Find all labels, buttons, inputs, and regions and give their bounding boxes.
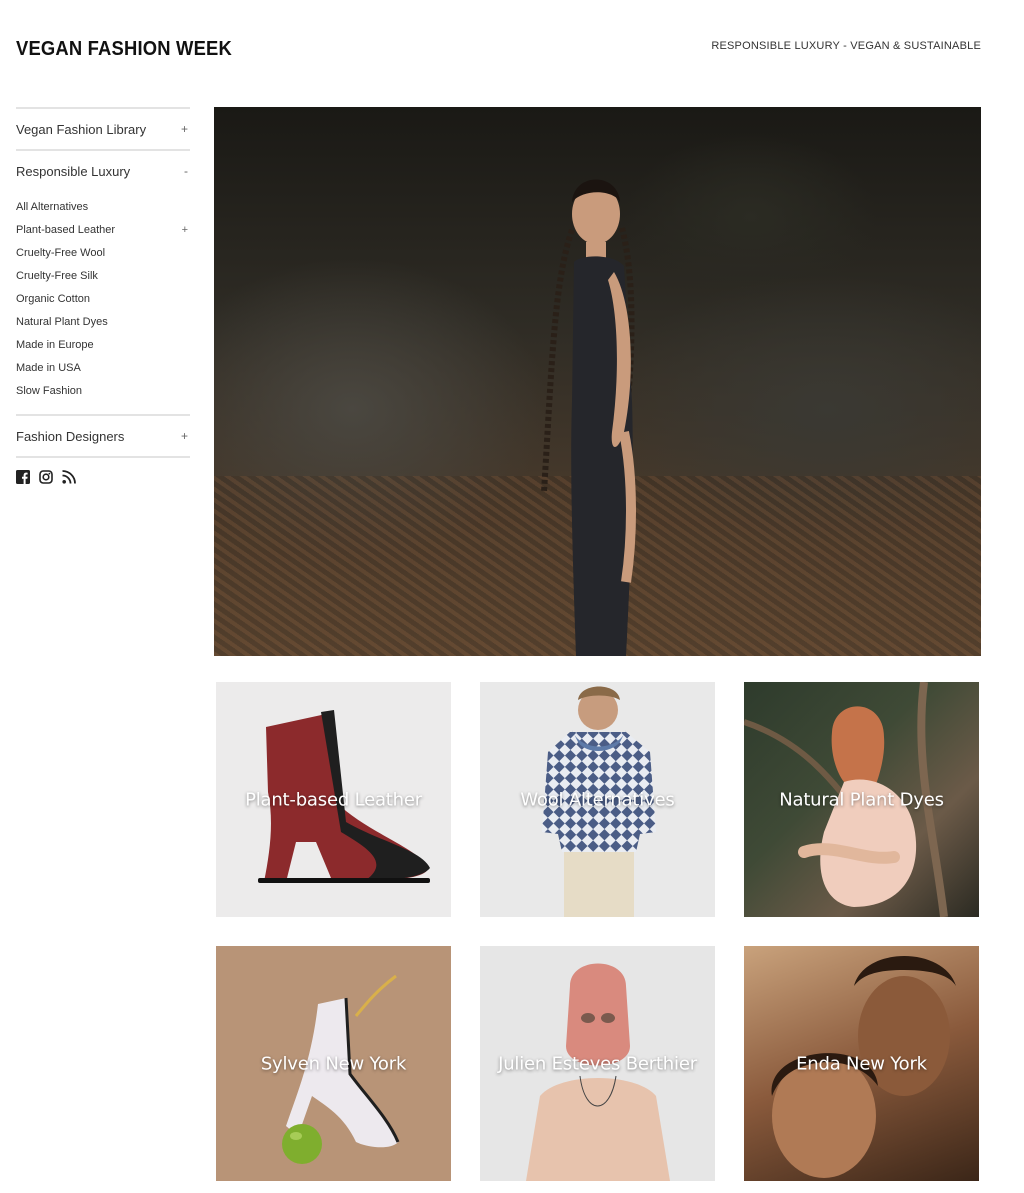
category-tile-natural-plant-dyes[interactable]: Natural Plant Dyes <box>744 682 979 917</box>
category-tile-plant-based-leather[interactable]: Plant-based Leather <box>216 682 451 917</box>
tile-label: Natural Plant Dyes <box>779 789 944 810</box>
model-figure <box>541 179 636 656</box>
tile-label: Enda New York <box>796 1053 927 1074</box>
submenu-item-cruelty-free-wool[interactable]: Cruelty-Free Wool <box>16 241 190 264</box>
submenu-item-made-in-usa[interactable]: Made in USA <box>16 356 190 379</box>
submenu-item-organic-cotton[interactable]: Organic Cotton <box>16 287 190 310</box>
collapse-toggle[interactable]: - <box>184 164 190 178</box>
social-links <box>16 470 190 484</box>
designer-tile-julien-esteves-berthier[interactable]: Julien Esteves Berthier <box>480 946 715 1181</box>
category-tile-wool-alternatives[interactable]: Wool Alternatives <box>480 682 715 917</box>
sidebar-section-vegan-fashion-library[interactable]: Vegan Fashion Library + <box>16 107 190 149</box>
submenu-item-label: Cruelty-Free Wool <box>16 246 106 259</box>
submenu-item-natural-plant-dyes[interactable]: Natural Plant Dyes <box>16 310 190 333</box>
submenu-item-plant-based-leather[interactable]: Plant-based Leather + <box>16 218 190 241</box>
submenu-item-slow-fashion[interactable]: Slow Fashion <box>16 379 190 402</box>
designer-tile-sylven-new-york[interactable]: Sylven New York <box>216 946 451 1181</box>
sidebar-section-label: Vegan Fashion Library <box>16 121 147 137</box>
submenu-item-label: Made in USA <box>16 361 81 374</box>
submenu-item-label: Made in Europe <box>16 338 94 351</box>
submenu-item-cruelty-free-silk[interactable]: Cruelty-Free Silk <box>16 264 190 287</box>
sidebar-section-label: Fashion Designers <box>16 428 125 444</box>
site-tagline: RESPONSIBLE LUXURY - VEGAN & SUSTAINABLE <box>711 40 981 52</box>
submenu-item-made-in-europe[interactable]: Made in Europe <box>16 333 190 356</box>
hero-image[interactable] <box>214 107 981 656</box>
submenu-item-label: Organic Cotton <box>16 292 90 305</box>
designer-tile-enda-new-york[interactable]: Enda New York <box>744 946 979 1181</box>
sidebar-section-fashion-designers[interactable]: Fashion Designers + <box>16 414 190 458</box>
expand-toggle[interactable]: + <box>181 122 190 136</box>
tile-label: Plant-based Leather <box>245 789 422 810</box>
submenu-item-all-alternatives[interactable]: All Alternatives <box>16 195 190 218</box>
submenu-item-label: Cruelty-Free Silk <box>16 269 98 282</box>
expand-toggle[interactable]: + <box>182 224 190 236</box>
site-logo[interactable]: VEGAN FASHION WEEK <box>16 38 232 61</box>
submenu-item-label: Plant-based Leather <box>16 223 116 236</box>
sidebar-nav: Vegan Fashion Library + Responsible Luxu… <box>16 107 190 484</box>
submenu-item-label: Natural Plant Dyes <box>16 315 108 328</box>
responsible-luxury-submenu: All Alternatives Plant-based Leather + C… <box>16 191 190 414</box>
expand-toggle[interactable]: + <box>181 429 190 443</box>
sidebar-section-responsible-luxury[interactable]: Responsible Luxury - <box>16 149 190 191</box>
sidebar-section-label: Responsible Luxury <box>16 163 131 179</box>
tile-label: Wool Alternatives <box>520 789 675 810</box>
facebook-icon[interactable] <box>16 470 30 484</box>
submenu-item-label: All Alternatives <box>16 200 89 213</box>
tile-label: Sylven New York <box>260 1053 407 1074</box>
submenu-item-label: Slow Fashion <box>16 384 83 397</box>
rss-icon[interactable] <box>62 470 76 484</box>
instagram-icon[interactable] <box>39 470 53 484</box>
tile-label: Julien Esteves Berthier <box>498 1053 697 1074</box>
